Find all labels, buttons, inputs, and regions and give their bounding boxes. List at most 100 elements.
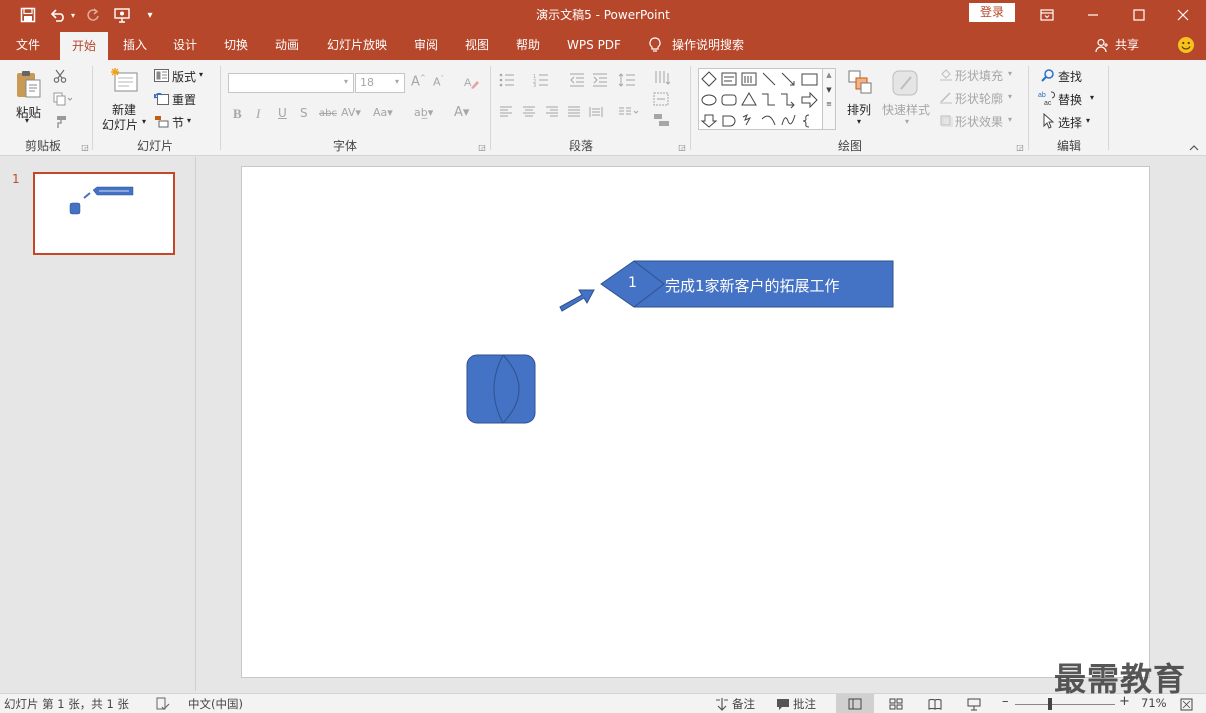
tab-transitions[interactable]: 切换 bbox=[215, 30, 257, 60]
tab-slideshow[interactable]: 幻灯片放映 bbox=[320, 30, 394, 60]
tab-wps-pdf[interactable]: WPS PDF bbox=[558, 30, 630, 60]
shape-effects-icon[interactable] bbox=[938, 113, 954, 127]
increase-font-size-icon[interactable]: A^ bbox=[411, 74, 426, 89]
paragraph-launcher-icon[interactable]: ◲ bbox=[677, 142, 687, 152]
tab-view[interactable]: 视图 bbox=[456, 30, 498, 60]
text-shadow-icon[interactable]: S bbox=[300, 106, 308, 120]
undo-icon[interactable] bbox=[46, 0, 70, 30]
normal-view-icon[interactable] bbox=[836, 694, 874, 713]
shape-fill-dropdown-icon[interactable]: ▾ bbox=[1008, 69, 1012, 78]
shape-fill-icon[interactable] bbox=[938, 67, 954, 81]
slide-sorter-view-icon[interactable] bbox=[887, 696, 905, 712]
text-direction-icon[interactable] bbox=[652, 69, 676, 87]
arrange-dropdown-icon[interactable]: ▾ bbox=[857, 117, 861, 126]
reset-button[interactable]: 重置 bbox=[172, 91, 196, 108]
quick-styles-icon[interactable] bbox=[890, 68, 922, 98]
quick-styles-dropdown-icon[interactable]: ▾ bbox=[905, 117, 909, 126]
comments-button[interactable]: 批注 bbox=[793, 696, 816, 712]
shapes-gallery-scroll[interactable]: ▲ ▼ ≡ bbox=[822, 68, 836, 130]
minimize-icon[interactable] bbox=[1070, 0, 1116, 30]
font-color-icon[interactable]: A▾ bbox=[454, 105, 469, 120]
section-icon[interactable] bbox=[153, 114, 169, 128]
shape-effects-button[interactable]: 形状效果 bbox=[955, 113, 1003, 130]
italic-icon[interactable]: I bbox=[256, 106, 260, 122]
line-spacing-icon[interactable] bbox=[617, 72, 641, 88]
ribbon-display-options-icon[interactable] bbox=[1024, 0, 1070, 30]
paste-dropdown-icon[interactable]: ▾ bbox=[25, 116, 29, 125]
login-button[interactable]: 登录 bbox=[969, 3, 1015, 22]
presentation-start-icon[interactable] bbox=[110, 0, 136, 30]
arrange-icon[interactable] bbox=[846, 68, 874, 96]
new-slide-label-2[interactable]: 幻灯片 bbox=[102, 116, 138, 133]
character-spacing-icon[interactable]: AV▾ bbox=[341, 106, 361, 119]
reset-icon[interactable] bbox=[153, 91, 169, 105]
collapse-ribbon-icon[interactable] bbox=[1188, 142, 1200, 154]
justify-icon[interactable] bbox=[566, 105, 582, 119]
highlight-icon[interactable]: ab̲▾ bbox=[414, 106, 433, 119]
find-button[interactable]: 查找 bbox=[1058, 68, 1082, 85]
replace-icon[interactable]: ab ac bbox=[1038, 90, 1056, 106]
zoom-slider[interactable] bbox=[1015, 704, 1115, 705]
slideshow-view-icon[interactable] bbox=[965, 696, 983, 712]
shape-outline-dropdown-icon[interactable]: ▾ bbox=[1008, 92, 1012, 101]
tab-animations[interactable]: 动画 bbox=[266, 30, 308, 60]
quick-styles-button[interactable]: 快速样式 bbox=[882, 101, 930, 118]
select-cursor-icon[interactable] bbox=[1040, 113, 1056, 129]
clipboard-launcher-icon[interactable]: ◲ bbox=[80, 142, 90, 152]
copy-icon[interactable] bbox=[52, 91, 74, 107]
drawing-launcher-icon[interactable]: ◲ bbox=[1015, 142, 1025, 152]
strikethrough-icon[interactable]: abc bbox=[319, 108, 337, 119]
format-painter-icon[interactable] bbox=[52, 114, 68, 130]
close-icon[interactable] bbox=[1160, 0, 1206, 30]
layout-dropdown-icon[interactable]: ▾ bbox=[199, 70, 203, 79]
select-dropdown-icon[interactable]: ▾ bbox=[1086, 116, 1090, 125]
bold-icon[interactable]: B bbox=[233, 106, 242, 122]
tab-review[interactable]: 审阅 bbox=[405, 30, 447, 60]
convert-to-smartart-icon[interactable] bbox=[652, 112, 676, 128]
arrange-button[interactable]: 排列 bbox=[847, 101, 871, 118]
layout-button[interactable]: 版式 bbox=[172, 68, 196, 85]
font-size-dropdown-icon[interactable]: ▾ bbox=[395, 77, 399, 86]
share-person-icon[interactable] bbox=[1094, 37, 1110, 53]
tab-insert[interactable]: 插入 bbox=[114, 30, 156, 60]
new-slide-icon[interactable] bbox=[108, 66, 140, 96]
notes-icon[interactable] bbox=[714, 696, 730, 712]
font-name-combo[interactable] bbox=[228, 73, 354, 93]
rounded-square-shape[interactable] bbox=[466, 354, 536, 424]
redo-icon[interactable] bbox=[82, 0, 104, 30]
arrow-shape[interactable] bbox=[559, 289, 595, 312]
numbering-icon[interactable]: 123 bbox=[532, 72, 554, 88]
shape-outline-button[interactable]: 形状轮廓 bbox=[955, 90, 1003, 107]
replace-dropdown-icon[interactable]: ▾ bbox=[1090, 93, 1094, 102]
accessibility-check-icon[interactable] bbox=[155, 696, 171, 712]
tab-file[interactable]: 文件 bbox=[8, 30, 48, 60]
tab-home[interactable]: 开始 bbox=[60, 32, 108, 60]
find-magnifier-icon[interactable] bbox=[1040, 68, 1056, 82]
zoom-out-icon[interactable]: – bbox=[1002, 694, 1009, 709]
cut-scissors-icon[interactable] bbox=[52, 68, 68, 84]
columns-icon[interactable] bbox=[617, 105, 641, 119]
section-dropdown-icon[interactable]: ▾ bbox=[187, 116, 191, 125]
replace-button[interactable]: 替换 bbox=[1058, 91, 1082, 108]
new-slide-dropdown-icon[interactable]: ▾ bbox=[142, 117, 146, 126]
font-launcher-icon[interactable]: ◲ bbox=[477, 142, 487, 152]
shape-outline-icon[interactable] bbox=[938, 90, 954, 104]
shape-effects-dropdown-icon[interactable]: ▾ bbox=[1008, 115, 1012, 124]
decrease-font-size-icon[interactable]: Aˇ bbox=[433, 75, 444, 89]
align-text-icon[interactable] bbox=[652, 91, 676, 107]
shape-fill-button[interactable]: 形状填充 bbox=[955, 67, 1003, 84]
customize-toolbar-icon[interactable]: ▾ bbox=[142, 0, 158, 30]
align-right-icon[interactable] bbox=[544, 105, 560, 119]
select-button[interactable]: 选择 bbox=[1058, 114, 1082, 131]
comments-icon[interactable] bbox=[775, 696, 791, 712]
smiley-feedback-icon[interactable] bbox=[1176, 35, 1196, 55]
tell-me-search[interactable]: 操作说明搜索 bbox=[672, 30, 752, 60]
maximize-icon[interactable] bbox=[1116, 0, 1162, 30]
align-center-icon[interactable] bbox=[521, 105, 537, 119]
section-button[interactable]: 节 bbox=[172, 114, 184, 131]
font-name-dropdown-icon[interactable]: ▾ bbox=[344, 77, 348, 86]
save-icon[interactable] bbox=[14, 0, 42, 30]
callout-text[interactable]: 完成1家新客户的拓展工作 bbox=[665, 275, 840, 296]
align-left-icon[interactable] bbox=[498, 105, 514, 119]
notes-button[interactable]: 备注 bbox=[732, 696, 755, 712]
